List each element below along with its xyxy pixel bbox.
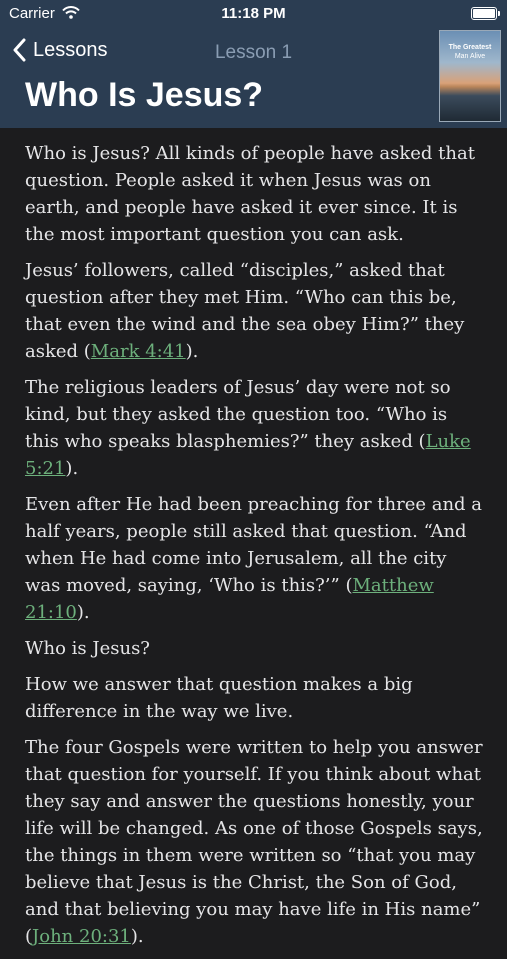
cover-title-line2: Man Alive [454, 53, 486, 60]
paragraph: Jesus’ followers, called “disciples,” as… [25, 257, 485, 365]
scripture-link-mark[interactable]: Mark 4:41 [91, 341, 186, 362]
status-bar: Carrier 11:18 PM [0, 0, 507, 28]
paragraph: The religious leaders of Jesus’ day were… [25, 374, 485, 482]
lesson-content: Who is Jesus? All kinds of people have a… [25, 140, 485, 959]
paragraph: How we answer that question makes a big … [25, 671, 485, 725]
paragraph: The four Gospels were written to help yo… [25, 734, 485, 950]
paragraph: Even after He had been preaching for thr… [25, 491, 485, 626]
book-cover-image[interactable]: The Greatest Man Alive [439, 30, 501, 122]
paragraph-text: Who is Jesus? All kinds of people have a… [25, 143, 475, 245]
paragraph-text-after: ). [185, 341, 199, 362]
paragraph-text-after: ). [76, 602, 90, 623]
page-title: Who Is Jesus? [25, 76, 264, 114]
paragraph-text: How we answer that question makes a big … [25, 674, 413, 722]
paragraph: Who is Jesus? [25, 635, 485, 662]
status-time: 11:18 PM [221, 5, 286, 22]
paragraph-text: The four Gospels were written to help yo… [25, 737, 483, 947]
paragraph-text-after: ). [130, 926, 144, 947]
book-cover-title: The Greatest Man Alive [440, 43, 500, 61]
battery-icon [471, 7, 500, 20]
paragraph-text: The religious leaders of Jesus’ day were… [25, 377, 451, 452]
paragraph-text: Who is Jesus? [25, 638, 150, 659]
paragraph: Who is Jesus? All kinds of people have a… [25, 140, 485, 248]
nav-title: Lesson 1 [214, 42, 293, 63]
scripture-link-john[interactable]: John 20:31 [32, 926, 131, 947]
navigation-header: Carrier 11:18 PM Lessons Lesson 1 The Gr… [0, 0, 507, 128]
paragraph-text-after: ). [65, 458, 79, 479]
cover-title-line1: The Greatest [448, 44, 492, 51]
